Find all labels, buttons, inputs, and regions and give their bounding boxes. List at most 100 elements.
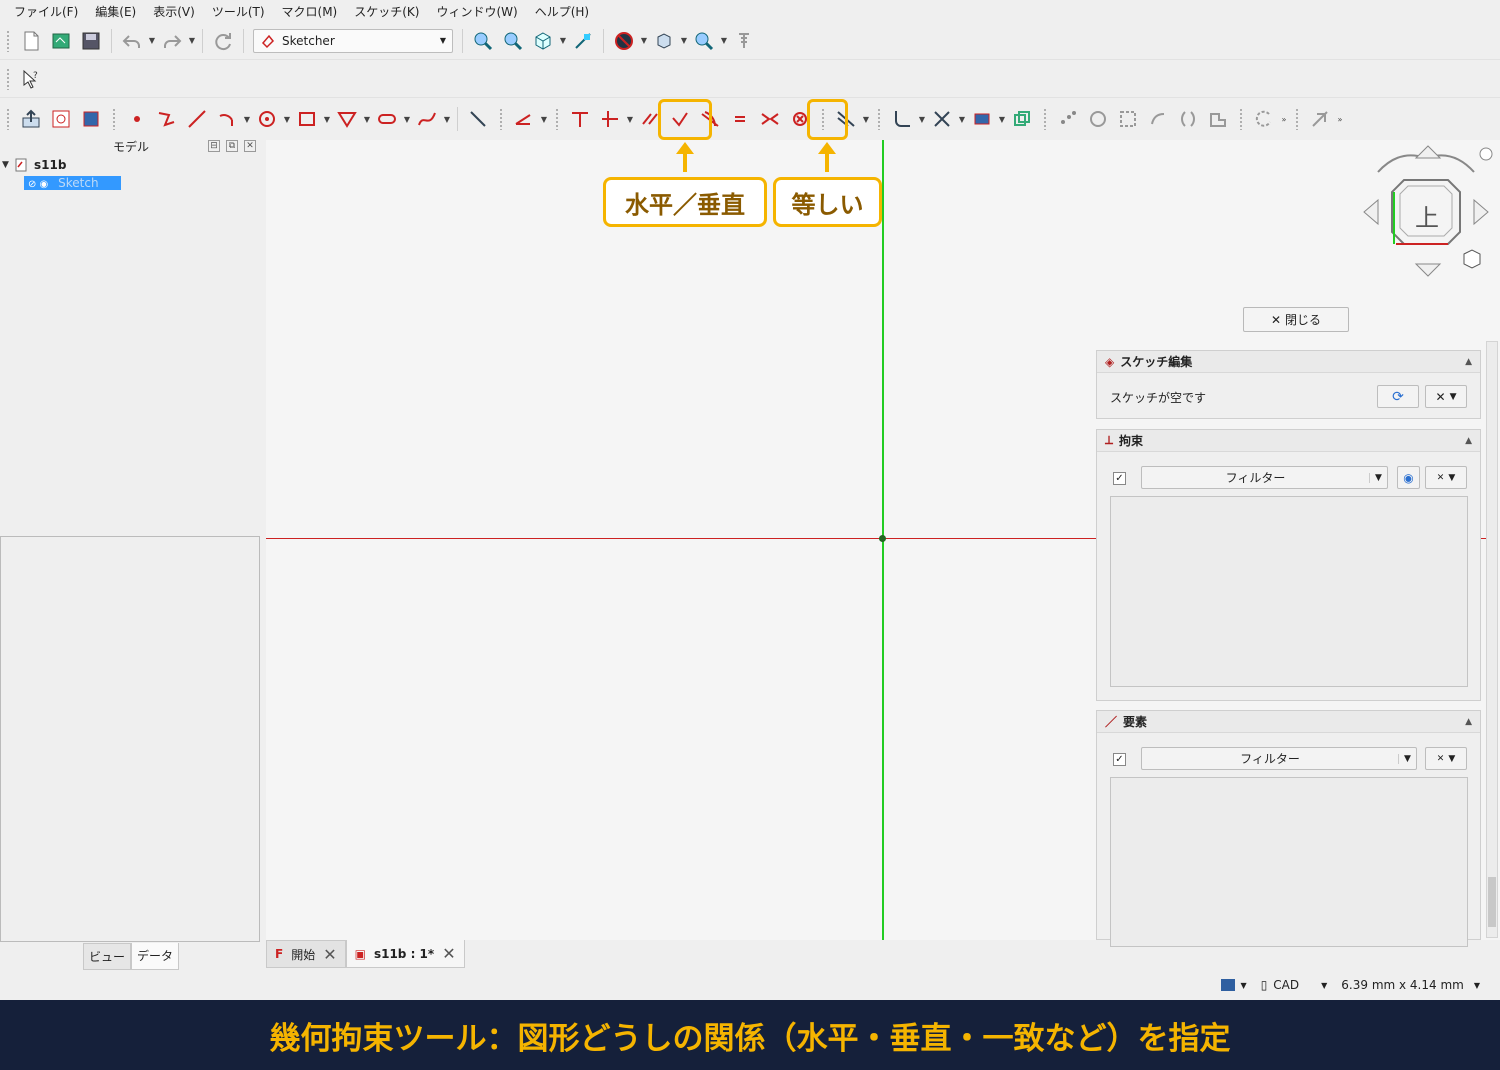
tab-document[interactable]: ▣ s11b : 1* ✕ <box>345 940 465 968</box>
isometric-view-icon[interactable] <box>528 26 558 56</box>
clone-tool-icon[interactable] <box>1203 104 1233 134</box>
save-icon[interactable] <box>76 26 106 56</box>
dimension-icon[interactable] <box>509 104 539 134</box>
close-button[interactable]: ✕ 閉じる <box>1243 307 1349 332</box>
fillet-icon[interactable] <box>887 104 917 134</box>
constraints-settings-button[interactable]: ✕ ▼ <box>1425 466 1467 489</box>
tree-item-document[interactable]: ▼ s11b <box>0 156 262 174</box>
equal-constraint-icon[interactable] <box>725 104 755 134</box>
external-geometry-dropdown-icon[interactable]: ▼ <box>997 115 1007 124</box>
redo-dropdown-icon[interactable]: ▼ <box>187 36 197 45</box>
new-document-icon[interactable] <box>16 26 46 56</box>
panel-undock-icon[interactable]: ⧉ <box>226 140 238 152</box>
zoom-icon[interactable] <box>689 26 719 56</box>
menu-window[interactable]: ウィンドウ(W) <box>430 3 528 20</box>
origin-point[interactable] <box>879 535 886 542</box>
menu-tools[interactable]: ツール(T) <box>206 3 276 20</box>
scrollbar-thumb[interactable] <box>1488 877 1496 927</box>
tab-view[interactable]: ビュー <box>83 943 132 970</box>
refresh-icon[interactable] <box>208 26 238 56</box>
panel-float-icon[interactable]: ⊟ <box>208 140 220 152</box>
render-mode-button[interactable]: ▼ <box>1220 979 1247 991</box>
bounding-box-icon[interactable] <box>649 26 679 56</box>
update-button[interactable]: ⟳ <box>1377 385 1419 408</box>
elements-header[interactable]: ／ 要素 ▲ <box>1097 711 1480 733</box>
toolbar-grip[interactable] <box>6 67 10 90</box>
redo-icon[interactable] <box>157 26 187 56</box>
symmetry-tool-icon[interactable] <box>1173 104 1203 134</box>
horizontal-vertical-constraint-icon[interactable] <box>595 104 625 134</box>
sketch-edit-header[interactable]: ◈ スケッチ編集 ▲ <box>1097 351 1480 373</box>
carbon-copy-icon[interactable] <box>1007 104 1037 134</box>
elements-checkbox[interactable]: ✓ <box>1113 753 1126 766</box>
measure-tool-icon[interactable] <box>729 26 759 56</box>
tab-data[interactable]: データ <box>131 943 180 970</box>
rectangle-icon[interactable] <box>292 104 322 134</box>
dimensions-button[interactable]: 6.39 mm x 4.14 mm ▼ <box>1341 978 1480 992</box>
tab-start[interactable]: F 開始 ✕ <box>266 940 346 968</box>
view-sketch-icon[interactable] <box>46 104 76 134</box>
rectangle-dropdown-icon[interactable]: ▼ <box>322 115 332 124</box>
open-document-icon[interactable] <box>46 26 76 56</box>
menu-view[interactable]: 表示(V) <box>147 3 206 20</box>
construction-mode-icon[interactable] <box>463 104 493 134</box>
constraints-filter-select[interactable]: フィルター ▼ <box>1141 466 1388 489</box>
close-icon[interactable]: ✕ <box>442 944 455 963</box>
point-icon[interactable] <box>122 104 152 134</box>
fit-selection-icon[interactable] <box>498 26 528 56</box>
menu-file[interactable]: ファイル(F) <box>8 3 89 20</box>
workbench-selector[interactable]: Sketcher ▼ <box>253 28 453 53</box>
collapse-icon[interactable]: ▲ <box>1465 357 1472 367</box>
menu-help[interactable]: ヘルプ(H) <box>529 3 600 20</box>
line-icon[interactable] <box>182 104 212 134</box>
select-elements-icon[interactable] <box>1113 104 1143 134</box>
navigation-style-button[interactable]: ▯ CAD ▼ <box>1261 978 1328 992</box>
navigation-cube[interactable]: 上 <box>1356 142 1496 282</box>
arc-icon[interactable] <box>212 104 242 134</box>
undo-icon[interactable] <box>117 26 147 56</box>
constraints-checkbox[interactable]: ✓ <box>1113 472 1126 485</box>
task-panel-scrollbar[interactable] <box>1486 341 1498 938</box>
view-dropdown-icon[interactable]: ▼ <box>558 36 568 45</box>
dimension-dropdown-icon[interactable]: ▼ <box>539 115 549 124</box>
menu-macro[interactable]: マクロ(M) <box>276 3 349 20</box>
circle-dropdown-icon[interactable]: ▼ <box>282 115 292 124</box>
undo-dropdown-icon[interactable]: ▼ <box>147 36 157 45</box>
polyline-icon[interactable] <box>152 104 182 134</box>
collapse-icon[interactable]: ▲ <box>1465 717 1472 727</box>
fillet-dropdown-icon[interactable]: ▼ <box>917 115 927 124</box>
menu-edit[interactable]: 編集(E) <box>89 3 147 20</box>
circle-icon[interactable] <box>252 104 282 134</box>
panel-close-icon[interactable]: ✕ <box>244 140 256 152</box>
polygon-dropdown-icon[interactable]: ▼ <box>362 115 372 124</box>
select-origin-icon[interactable] <box>1143 104 1173 134</box>
external-geometry-icon[interactable] <box>967 104 997 134</box>
bspline-dropdown-icon[interactable]: ▼ <box>442 115 452 124</box>
constraints-header[interactable]: ⟂ 拘束 ▲ <box>1097 430 1480 452</box>
elements-filter-select[interactable]: フィルター ▼ <box>1141 747 1417 770</box>
elements-settings-button[interactable]: ✕ ▼ <box>1425 747 1467 770</box>
whats-this-icon[interactable]: ? <box>16 64 46 94</box>
toolbar-grip[interactable] <box>6 29 10 52</box>
select-constraints-icon[interactable] <box>1053 104 1083 134</box>
close-icon[interactable]: ✕ <box>323 945 336 964</box>
extra-tools-icon[interactable] <box>1305 104 1335 134</box>
select-conflicting-icon[interactable] <box>1083 104 1113 134</box>
draw-style-dropdown-icon[interactable]: ▼ <box>639 36 649 45</box>
symmetric-constraint-icon[interactable] <box>755 104 785 134</box>
arc-dropdown-icon[interactable]: ▼ <box>242 115 252 124</box>
trim-icon[interactable] <box>927 104 957 134</box>
constraints-list[interactable] <box>1110 496 1468 687</box>
toolbar-grip[interactable] <box>6 108 10 130</box>
elements-list[interactable] <box>1110 777 1468 947</box>
horizontal-vertical-dropdown-icon[interactable]: ▼ <box>625 115 635 124</box>
settings-button[interactable]: ✕ ▼ <box>1425 385 1467 408</box>
bounding-box-dropdown-icon[interactable]: ▼ <box>679 36 689 45</box>
collapse-icon[interactable]: ▲ <box>1465 436 1472 446</box>
expand-arrow-icon[interactable]: ▼ <box>2 160 14 170</box>
leave-sketch-icon[interactable] <box>16 104 46 134</box>
tree-item-selected[interactable]: ⊘ ◉ Sketch <box>24 176 121 190</box>
trim-dropdown-icon[interactable]: ▼ <box>957 115 967 124</box>
tree-item-sketch[interactable]: ⊘ ◉ Sketch <box>0 174 262 192</box>
zoom-dropdown-icon[interactable]: ▼ <box>719 36 729 45</box>
